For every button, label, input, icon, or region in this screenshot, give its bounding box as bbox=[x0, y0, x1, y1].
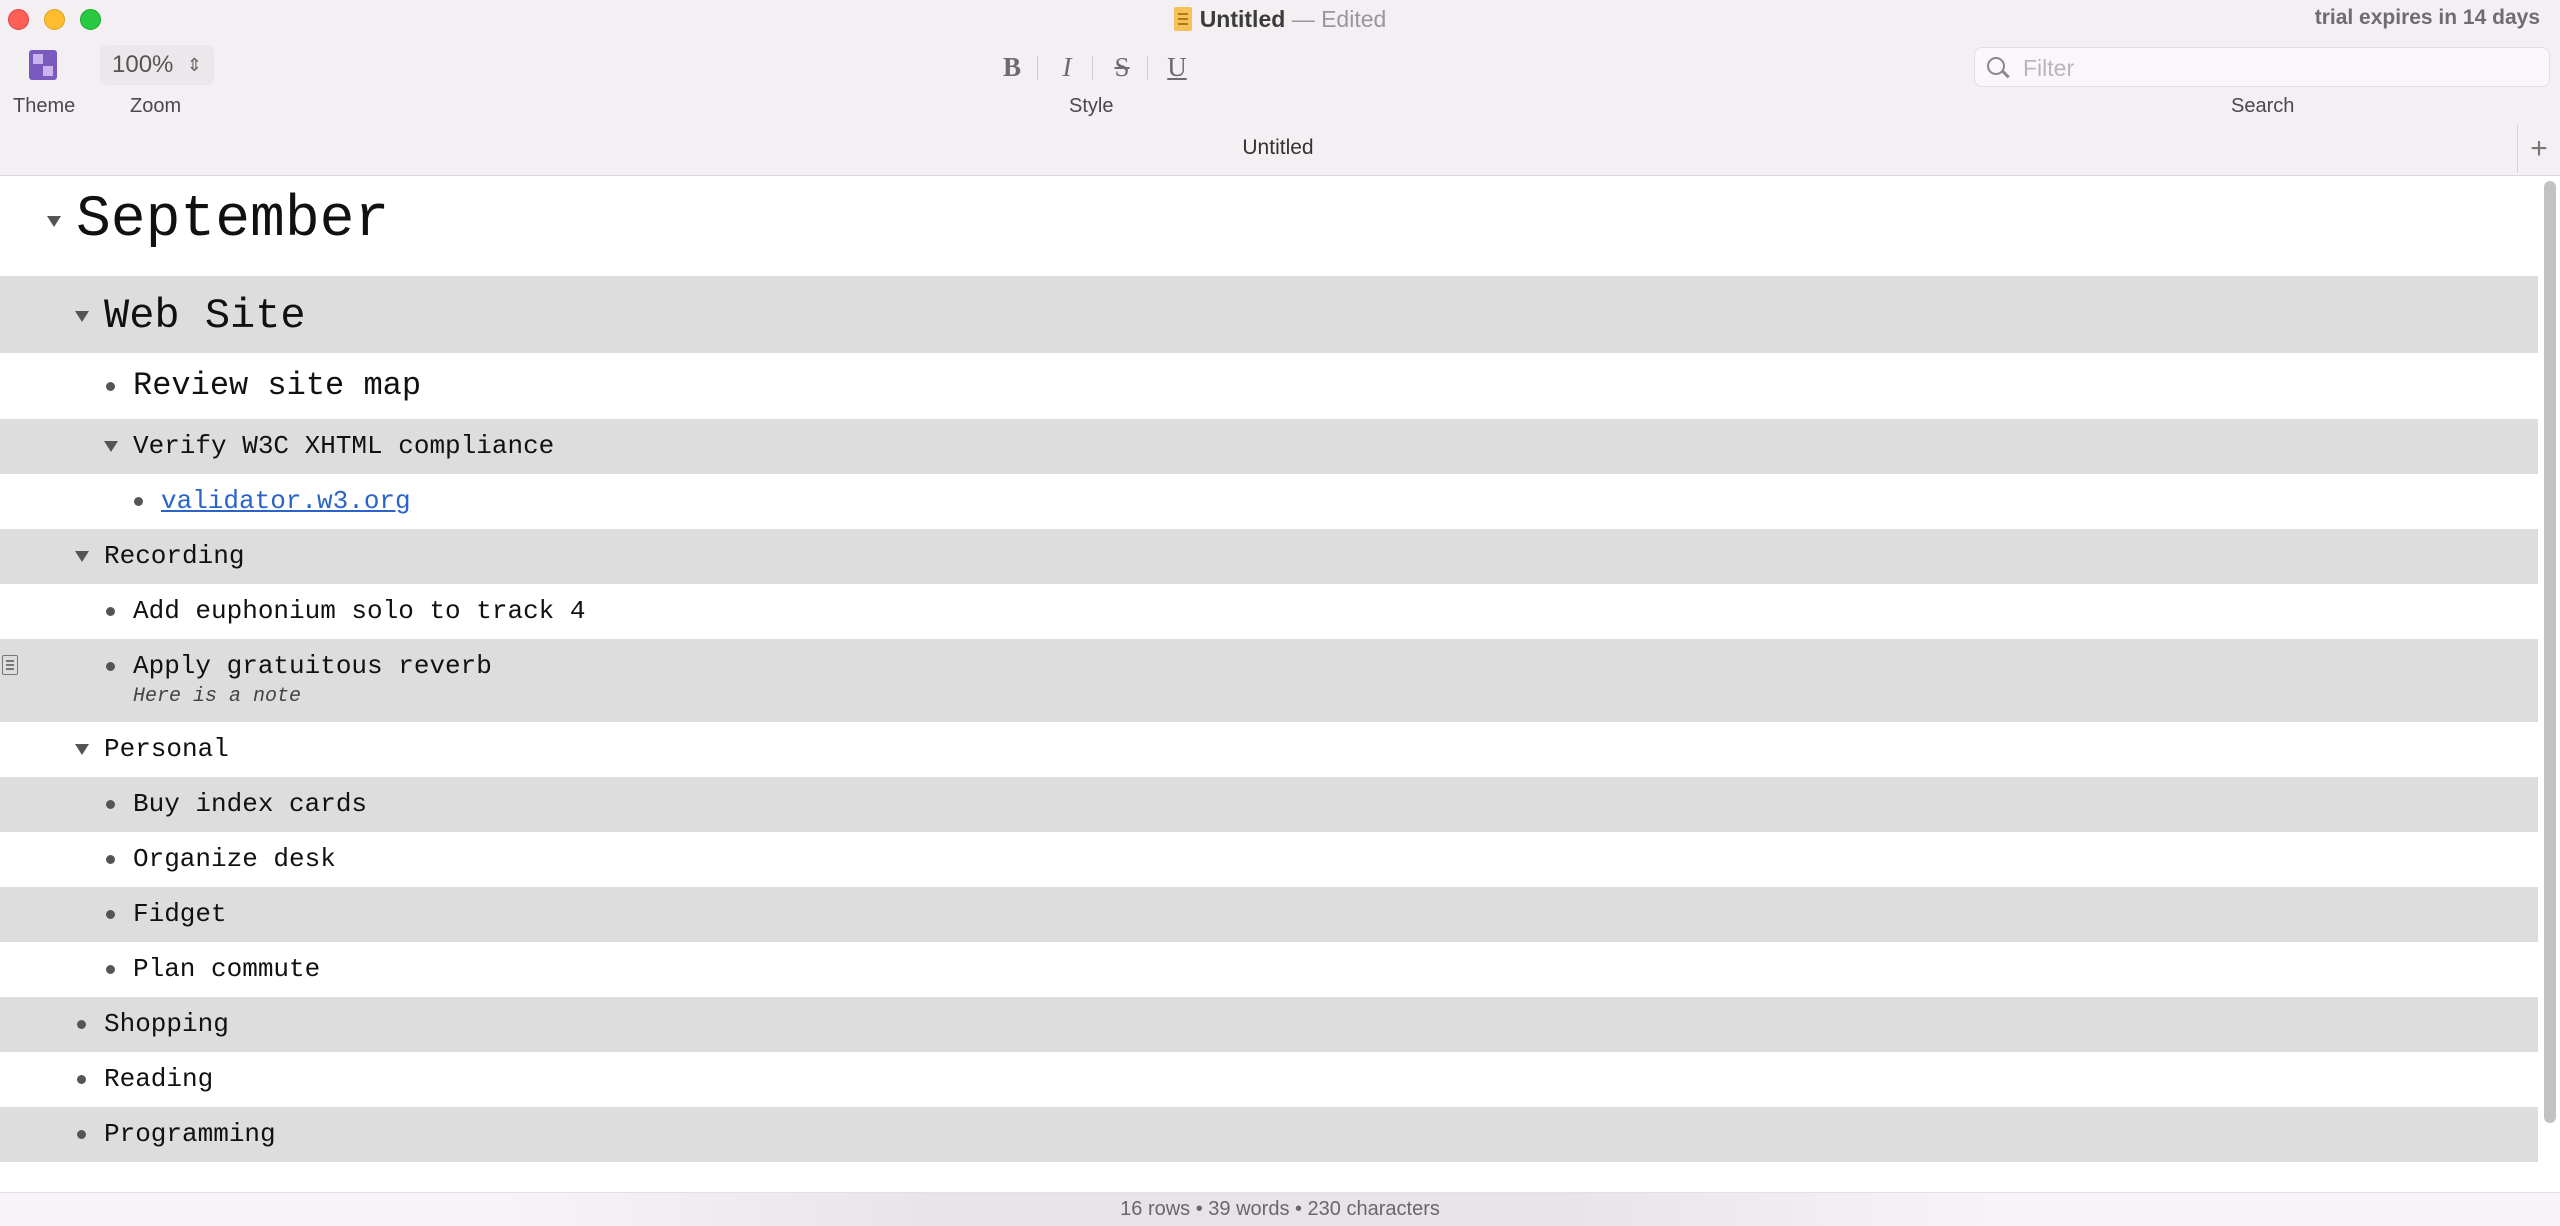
document-name: Untitled bbox=[1199, 6, 1286, 32]
status-bar: 16 rows • 39 words • 230 characters bbox=[0, 1192, 2560, 1226]
search-icon bbox=[1987, 57, 2005, 75]
bullet-icon[interactable] bbox=[77, 1130, 86, 1140]
underline-button[interactable]: U bbox=[1157, 50, 1197, 84]
disclosure-triangle-icon[interactable] bbox=[47, 215, 61, 227]
outline-row[interactable]: Recording bbox=[0, 529, 2538, 584]
search-input[interactable] bbox=[2021, 52, 2525, 84]
zoom-control[interactable]: 100% ⇕ bbox=[100, 45, 214, 85]
outline-item-text[interactable]: Web Site bbox=[104, 292, 306, 340]
outline-item-text[interactable]: Organize desk bbox=[133, 844, 336, 874]
bullet-icon[interactable] bbox=[106, 965, 115, 975]
theme-icon[interactable] bbox=[29, 50, 57, 80]
bullet-icon[interactable] bbox=[106, 381, 115, 391]
outline-item-text[interactable]: Shopping bbox=[104, 1009, 229, 1039]
disclosure-triangle-icon[interactable] bbox=[75, 744, 89, 756]
outline-row[interactable]: Review site map bbox=[0, 353, 2538, 419]
search-field[interactable] bbox=[1974, 47, 2550, 87]
outline-item-text[interactable]: Personal bbox=[104, 734, 229, 764]
new-tab-button[interactable]: + bbox=[2517, 125, 2560, 173]
style-separator bbox=[1147, 56, 1148, 80]
outline-row[interactable]: Shopping bbox=[0, 997, 2538, 1052]
bullet-icon[interactable] bbox=[134, 497, 143, 507]
disclosure-triangle-icon[interactable] bbox=[104, 441, 118, 453]
outline-row[interactable]: Web Site bbox=[0, 276, 2538, 353]
bullet-icon[interactable] bbox=[106, 855, 115, 865]
italic-button[interactable]: I bbox=[1047, 50, 1087, 84]
outline-item-text[interactable]: Plan commute bbox=[133, 954, 320, 984]
note-icon[interactable] bbox=[2, 655, 18, 675]
tab-untitled[interactable]: Untitled bbox=[0, 136, 2556, 160]
bullet-icon[interactable] bbox=[106, 662, 115, 672]
window-title: Untitled — Edited bbox=[0, 4, 2560, 34]
outline-row[interactable]: Reading bbox=[0, 1052, 2538, 1107]
outline-row[interactable]: Add euphonium solo to track 4 bbox=[0, 584, 2538, 639]
outline-item-text[interactable]: Buy index cards bbox=[133, 789, 367, 819]
outline-item-text[interactable]: September bbox=[76, 188, 389, 253]
style-separator bbox=[1092, 56, 1093, 80]
outline-item-text[interactable]: Reading bbox=[104, 1064, 213, 1094]
outline-item-text[interactable]: Programming bbox=[104, 1119, 276, 1149]
outline-link[interactable]: validator.w3.org bbox=[161, 486, 411, 516]
zoom-stepper-icon[interactable]: ⇕ bbox=[187, 45, 202, 85]
outline-item-text[interactable]: Review site map bbox=[133, 367, 421, 404]
outline-row[interactable]: Buy index cards bbox=[0, 777, 2538, 832]
toolbar: Untitled — Edited trial expires in 14 da… bbox=[0, 0, 2560, 176]
outline-item-text[interactable]: Verify W3C XHTML compliance bbox=[133, 431, 554, 461]
disclosure-triangle-icon[interactable] bbox=[75, 311, 89, 323]
style-separator bbox=[1037, 56, 1038, 80]
document-stats: 16 rows • 39 words • 230 characters bbox=[1120, 1198, 1440, 1220]
bold-button[interactable]: B bbox=[992, 50, 1032, 84]
zoom-value: 100% bbox=[112, 51, 174, 78]
bullet-icon[interactable] bbox=[106, 607, 115, 617]
zoom-label: Zoom bbox=[130, 95, 182, 117]
outline-item-text[interactable]: Fidget bbox=[133, 899, 227, 929]
bullet-icon[interactable] bbox=[106, 800, 115, 810]
outline-row[interactable]: Organize desk bbox=[0, 832, 2538, 887]
outline-item-text[interactable]: Recording bbox=[104, 541, 244, 571]
disclosure-triangle-icon[interactable] bbox=[75, 551, 89, 563]
bullet-icon[interactable] bbox=[77, 1075, 86, 1085]
row-note[interactable]: Here is a note bbox=[133, 685, 301, 708]
edited-status: — Edited bbox=[1291, 6, 1387, 32]
outline-row[interactable]: September bbox=[0, 176, 2538, 276]
trial-notice[interactable]: trial expires in 14 days bbox=[2315, 6, 2540, 30]
vertical-scrollbar[interactable] bbox=[2544, 181, 2556, 1123]
strikethrough-button[interactable]: S bbox=[1102, 50, 1142, 84]
outline-row[interactable]: Personal bbox=[0, 722, 2538, 777]
outline-row[interactable]: Programming bbox=[0, 1107, 2538, 1162]
outline-row[interactable]: Apply gratuitous reverb Here is a note bbox=[0, 639, 2538, 722]
bullet-icon[interactable] bbox=[106, 910, 115, 920]
document-icon bbox=[1173, 7, 1192, 31]
search-label: Search bbox=[2231, 95, 2295, 117]
outline-row[interactable]: Fidget bbox=[0, 887, 2538, 942]
outline-item-text[interactable]: Apply gratuitous reverb bbox=[133, 651, 492, 681]
theme-label: Theme bbox=[13, 95, 76, 117]
bullet-icon[interactable] bbox=[77, 1020, 86, 1030]
style-label: Style bbox=[1069, 95, 1114, 117]
outline-row[interactable]: Plan commute bbox=[0, 942, 2538, 997]
outline-row[interactable]: Verify W3C XHTML compliance bbox=[0, 419, 2538, 474]
outline-item-text[interactable]: Add euphonium solo to track 4 bbox=[133, 596, 585, 626]
outline-editor[interactable]: September Web Site Review site map Verify W… bbox=[0, 176, 2538, 1192]
outline-row[interactable]: validator.w3.org bbox=[0, 474, 2538, 529]
